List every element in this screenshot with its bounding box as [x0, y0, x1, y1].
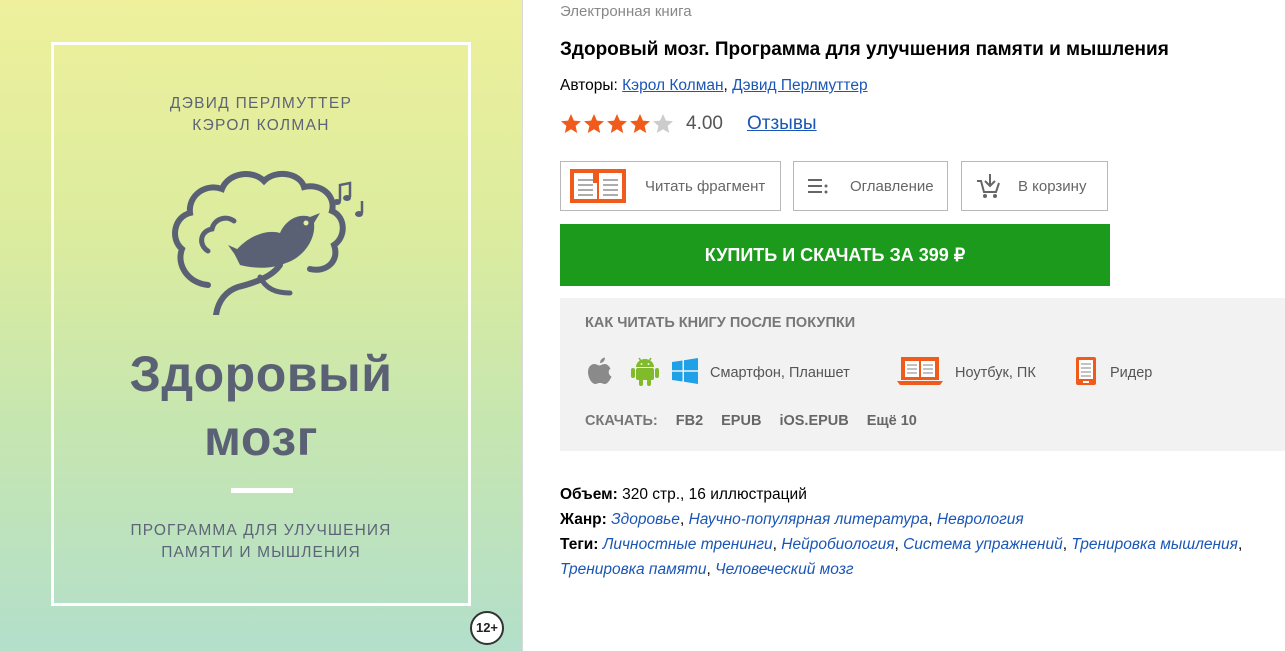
volume-value: 320 стр., 16 иллюстраций: [617, 486, 807, 503]
apple-icon: [585, 356, 615, 390]
rating: 4.00 Отзывы: [560, 111, 817, 137]
device-reader[interactable]: Ридер: [1075, 355, 1152, 391]
list-icon: [808, 176, 828, 196]
more-formats-link[interactable]: Ещё 10: [867, 413, 917, 429]
genre-link[interactable]: Научно-популярная литература: [689, 511, 929, 528]
authors-line: Авторы: Кэрол Колман, Дэвид Перлмуттер: [560, 77, 868, 95]
tag-link[interactable]: Тренировка мышления: [1071, 536, 1238, 553]
tag-link[interactable]: Человеческий мозг: [715, 561, 853, 578]
cover-subtitle: ПРОГРАММА ДЛЯ УЛУЧШЕНИЯ ПАМЯТИ И МЫШЛЕНИ…: [0, 520, 522, 564]
windows-icon: [672, 358, 698, 388]
author-link[interactable]: Кэрол Колман: [622, 77, 723, 94]
star-filled-icon: [584, 114, 604, 133]
device-mobile-label: Смартфон, Планшет: [710, 365, 850, 381]
cover-subtitle-line: ПАМЯТИ И МЫШЛЕНИЯ: [161, 544, 361, 561]
genre-list: Здоровье, Научно-популярная литература, …: [611, 511, 1024, 528]
list-separator: ,: [772, 536, 782, 553]
device-laptop[interactable]: Ноутбук, ПК: [897, 355, 1036, 391]
contents-label: Оглавление: [850, 177, 934, 195]
contents-button[interactable]: Оглавление: [793, 161, 948, 211]
format-fb2-link[interactable]: FB2: [676, 413, 703, 429]
star-filled-icon: [630, 114, 650, 133]
genre-link[interactable]: Неврология: [937, 511, 1024, 528]
list-separator: ,: [894, 536, 904, 553]
device-reader-label: Ридер: [1110, 365, 1153, 381]
read-fragment-button[interactable]: Читать фрагмент: [560, 161, 781, 211]
genre-row: Жанр: Здоровье, Научно-популярная литера…: [560, 507, 1250, 532]
ereader-icon: [1075, 356, 1097, 390]
reviews-link[interactable]: Отзывы: [747, 113, 817, 135]
book-details: Объем: 320 стр., 16 иллюстраций Жанр: Зд…: [560, 482, 1250, 582]
age-rating-badge: 12+: [470, 611, 504, 645]
list-separator: ,: [1237, 536, 1243, 553]
android-icon: [631, 356, 659, 390]
add-to-cart-button[interactable]: В корзину: [961, 161, 1108, 211]
brain-bird-icon: [172, 170, 364, 315]
author-link[interactable]: Дэвид Перлмуттер: [732, 77, 867, 94]
cover-author: ДЭВИД ПЕРЛМУТТЕР: [169, 95, 353, 112]
how-to-read-title: КАК ЧИТАТЬ КНИГУ ПОСЛЕ ПОКУПКИ: [585, 315, 856, 331]
device-mobile[interactable]: Смартфон, Планшет: [585, 355, 850, 391]
product-type-label: Электронная книга: [560, 3, 692, 20]
star-filled-icon: [561, 114, 581, 133]
tag-link[interactable]: Личностные тренинги: [603, 536, 773, 553]
add-to-cart-label: В корзину: [1018, 177, 1087, 195]
how-to-read-panel: КАК ЧИТАТЬ КНИГУ ПОСЛЕ ПОКУПКИ Смартфон,…: [560, 298, 1285, 451]
buy-button[interactable]: КУПИТЬ И СКАЧАТЬ ЗА 399 ₽: [560, 224, 1110, 286]
tag-link[interactable]: Тренировка памяти: [560, 561, 707, 578]
cover-divider: [231, 488, 293, 493]
tag-link[interactable]: Система упражнений: [903, 536, 1063, 553]
cover-title: Здоровый: [129, 346, 393, 402]
read-fragment-label: Читать фрагмент: [645, 177, 766, 195]
cart-icon: [976, 173, 1002, 199]
device-list: Смартфон, Планшет Ноутбук, ПК Ридер: [585, 355, 1285, 391]
star-filled-icon: [607, 114, 627, 133]
format-epub-link[interactable]: EPUB: [721, 413, 761, 429]
tags-label: Теги:: [560, 536, 599, 553]
cover-subtitle-line: ПРОГРАММА ДЛЯ УЛУЧШЕНИЯ: [130, 522, 392, 539]
cover-title: мозг: [204, 410, 318, 466]
rating-stars: [560, 113, 674, 135]
laptop-icon: [897, 356, 943, 390]
format-ios-epub-link[interactable]: iOS.EPUB: [779, 413, 848, 429]
tags-row: Теги: Личностные тренинги, Нейробиология…: [560, 532, 1250, 582]
list-separator: ,: [928, 511, 937, 528]
device-laptop-label: Ноутбук, ПК: [955, 365, 1036, 381]
page-title: Здоровый мозг. Программа для улучшения п…: [560, 39, 1169, 60]
download-formats: СКАЧАТЬ: FB2 EPUB iOS.EPUB Ещё 10: [585, 413, 917, 429]
cover-author: КЭРОЛ КОЛМАН: [192, 117, 330, 134]
rating-value: 4.00: [686, 113, 723, 134]
genre-link[interactable]: Здоровье: [611, 511, 680, 528]
tag-link[interactable]: Нейробиология: [781, 536, 894, 553]
authors-label: Авторы:: [560, 77, 623, 94]
list-separator: ,: [679, 511, 689, 528]
authors-separator: ,: [723, 77, 733, 94]
volume-row: Объем: 320 стр., 16 иллюстраций: [560, 482, 1250, 507]
book-cover[interactable]: ДЭВИД ПЕРЛМУТТЕР КЭРОЛ КОЛМАН Здоровый м…: [0, 0, 523, 651]
volume-label: Объем:: [560, 486, 618, 503]
tag-list: Личностные тренинги, Нейробиология, Сист…: [560, 536, 1242, 578]
open-book-icon: [567, 168, 629, 204]
genre-label: Жанр:: [560, 511, 607, 528]
download-label: СКАЧАТЬ:: [585, 413, 658, 429]
list-separator: ,: [706, 561, 716, 578]
star-empty-icon: [653, 114, 673, 133]
